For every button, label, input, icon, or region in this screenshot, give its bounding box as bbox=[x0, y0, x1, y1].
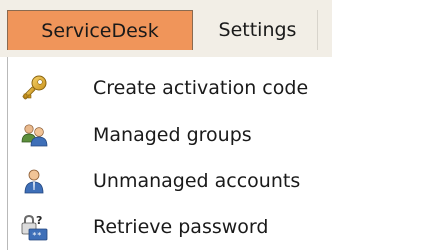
menu-item-retrieve-password[interactable]: ** ? Retrieve password bbox=[8, 203, 445, 251]
tab-servicedesk-label: ServiceDesk bbox=[41, 19, 159, 42]
tab-settings-label: Settings bbox=[218, 19, 297, 41]
menu-item-managed-groups[interactable]: Managed groups bbox=[8, 111, 445, 159]
menu-item-label: Managed groups bbox=[93, 124, 252, 146]
svg-text:?: ? bbox=[36, 214, 42, 227]
key-icon bbox=[20, 74, 48, 102]
menu-item-label: Retrieve password bbox=[93, 216, 269, 238]
svg-text:**: ** bbox=[32, 231, 42, 240]
tab-settings[interactable]: Settings bbox=[198, 10, 318, 50]
user-icon bbox=[20, 167, 48, 195]
menu-item-create-activation-code[interactable]: Create activation code bbox=[8, 64, 445, 112]
password-lock-icon: ** ? bbox=[20, 213, 48, 241]
menu-item-label: Create activation code bbox=[93, 77, 309, 99]
users-group-icon bbox=[20, 121, 48, 149]
menu-item-label: Unmanaged accounts bbox=[93, 170, 301, 192]
menu-item-unmanaged-accounts[interactable]: Unmanaged accounts bbox=[8, 157, 445, 205]
menu-bar: ServiceDesk Settings bbox=[0, 0, 445, 57]
tab-servicedesk[interactable]: ServiceDesk bbox=[7, 10, 193, 50]
servicedesk-dropdown-menu: Create activation code Managed groups Un… bbox=[7, 57, 445, 250]
